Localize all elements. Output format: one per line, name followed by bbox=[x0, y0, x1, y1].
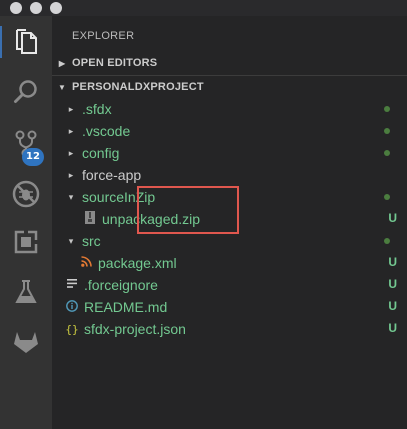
untracked-status: U bbox=[388, 255, 397, 269]
modified-dot bbox=[384, 194, 390, 200]
tree-item-label: config bbox=[82, 145, 120, 161]
json-braces-icon: {} bbox=[65, 322, 79, 336]
tree-item-package-xml[interactable]: package.xml U bbox=[52, 252, 407, 274]
tree-item-label: .vscode bbox=[82, 123, 131, 139]
modified-dot bbox=[384, 238, 390, 244]
tree-item-force-app[interactable]: ▸ force-app bbox=[52, 164, 407, 186]
modified-dot bbox=[384, 150, 390, 156]
tree-item-label: force-app bbox=[82, 167, 142, 183]
chevron-right-icon: ▸ bbox=[68, 125, 74, 136]
explorer-activity[interactable] bbox=[0, 22, 52, 62]
chevron-right-icon: ▸ bbox=[68, 147, 74, 158]
extensions-activity[interactable] bbox=[0, 222, 52, 262]
tree-item-vscode[interactable]: ▸ .vscode bbox=[52, 120, 407, 142]
chevron-right-icon: ▸ bbox=[68, 103, 74, 114]
test-activity[interactable] bbox=[0, 272, 52, 312]
search-activity[interactable] bbox=[0, 72, 52, 112]
untracked-status: U bbox=[388, 299, 397, 313]
scm-count-badge: 12 bbox=[22, 148, 44, 166]
gitlab-icon bbox=[14, 332, 38, 353]
gitlab-activity[interactable] bbox=[0, 322, 52, 362]
files-icon bbox=[16, 29, 37, 54]
modified-dot bbox=[384, 128, 390, 134]
tree-item-label: src bbox=[82, 233, 101, 249]
untracked-status: U bbox=[388, 321, 397, 335]
source-control-activity[interactable]: 12 bbox=[0, 124, 52, 166]
untracked-status: U bbox=[388, 211, 397, 225]
zip-file-icon bbox=[82, 211, 98, 227]
rss-xml-icon bbox=[78, 256, 94, 270]
no-bug-icon bbox=[12, 180, 40, 208]
tree-item-label: .forceignore bbox=[84, 277, 158, 293]
chevron-down-icon: ▾ bbox=[68, 191, 74, 202]
flask-icon bbox=[15, 280, 37, 303]
tree-item-sfdx[interactable]: ▸ .sfdx bbox=[52, 98, 407, 120]
chevron-down-icon: ▾ bbox=[68, 235, 74, 246]
project-header[interactable]: ▼ PERSONALDXPROJECT bbox=[52, 76, 407, 98]
tree-item-label: package.xml bbox=[98, 255, 177, 271]
tree-item-config[interactable]: ▸ config bbox=[52, 142, 407, 164]
search-icon bbox=[14, 80, 37, 103]
info-icon bbox=[64, 299, 80, 315]
tree-item-sfdx-project-json[interactable]: {} sfdx-project.json U bbox=[52, 318, 407, 340]
window-titlebar bbox=[0, 0, 407, 16]
highlight-annotation-box bbox=[137, 186, 239, 234]
window-minimize-button[interactable] bbox=[30, 2, 42, 14]
chevron-down-icon: ▼ bbox=[57, 82, 67, 92]
tree-item-label: sfdx-project.json bbox=[84, 321, 186, 337]
chevron-right-icon: ▶ bbox=[58, 58, 66, 68]
project-label: PERSONALDXPROJECT bbox=[72, 81, 204, 93]
chevron-right-icon: ▸ bbox=[68, 169, 74, 180]
window-zoom-button[interactable] bbox=[50, 2, 62, 14]
extensions-icon bbox=[14, 230, 38, 254]
modified-dot bbox=[384, 106, 390, 112]
untracked-status: U bbox=[388, 277, 397, 291]
open-editors-label: OPEN EDITORS bbox=[72, 57, 158, 69]
debug-activity[interactable] bbox=[0, 174, 52, 214]
open-editors-header[interactable]: ▶ OPEN EDITORS bbox=[52, 52, 407, 74]
tree-item-label: .sfdx bbox=[82, 101, 112, 117]
tree-item-readme[interactable]: README.md U bbox=[52, 296, 407, 318]
activity-bar: 12 bbox=[0, 16, 52, 429]
tree-item-forceignore[interactable]: .forceignore U bbox=[52, 274, 407, 296]
tree-item-label: README.md bbox=[84, 299, 168, 315]
lines-file-icon bbox=[64, 279, 80, 291]
window-close-button[interactable] bbox=[10, 2, 22, 14]
explorer-title: EXPLORER bbox=[72, 30, 135, 42]
